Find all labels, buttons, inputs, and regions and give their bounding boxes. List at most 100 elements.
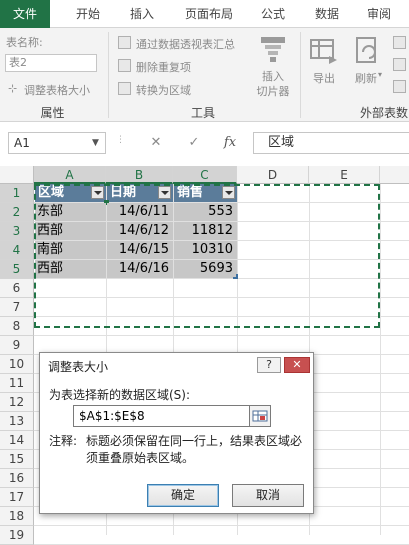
table-cell[interactable]: 西部: [35, 260, 106, 278]
refresh-icon: [356, 37, 376, 63]
cancel-icon[interactable]: ✕: [142, 132, 170, 154]
insert-function-icon[interactable]: fx: [216, 132, 244, 154]
row-header[interactable]: 9: [0, 336, 34, 355]
range-input[interactable]: $A$1:$E$8: [73, 405, 271, 427]
name-box-dropdown-icon[interactable]: ▼: [92, 138, 99, 148]
table-cell[interactable]: 14/6/11: [107, 203, 173, 221]
table-name-input[interactable]: 表2: [5, 54, 97, 72]
group-tools-label: 工具: [190, 106, 215, 120]
row-header[interactable]: 1: [0, 184, 34, 203]
gridline-vertical: [380, 184, 381, 535]
close-icon[interactable]: ✕: [284, 357, 310, 373]
filter-dropdown-icon[interactable]: [158, 186, 171, 199]
row-header[interactable]: 4: [0, 241, 34, 260]
gridline-horizontal: [34, 278, 409, 279]
remove-duplicates-icon: [118, 59, 131, 72]
export-icon: [310, 39, 337, 64]
row-header[interactable]: 16: [0, 469, 34, 488]
row-header[interactable]: 15: [0, 450, 34, 469]
formula-bar: A1 ▼ ⋮ ✕ ✓ fx 区域: [0, 122, 409, 166]
row-header[interactable]: 6: [0, 279, 34, 298]
row-header[interactable]: 10: [0, 355, 34, 374]
resize-table-button[interactable]: 调整表格大小: [24, 82, 90, 98]
row-header[interactable]: 5: [0, 260, 34, 279]
open-in-browser-icon[interactable]: [393, 58, 406, 71]
gridline-horizontal: [34, 525, 409, 526]
collapse-dialog-button[interactable]: [249, 405, 271, 427]
formula-bar-grip-icon: ⋮: [116, 135, 125, 145]
table-name-label: 表名称:: [6, 36, 43, 49]
cancel-button[interactable]: 取消: [232, 484, 304, 507]
tab-formulas[interactable]: 公式: [250, 0, 296, 28]
export-button[interactable]: 导出: [313, 70, 335, 86]
select-all-corner[interactable]: [0, 166, 34, 184]
properties-icon[interactable]: [393, 36, 406, 49]
formula-input[interactable]: 区域: [253, 132, 409, 154]
filter-dropdown-icon[interactable]: [222, 186, 235, 199]
table-cell[interactable]: 14/6/15: [107, 241, 173, 259]
row-header[interactable]: 13: [0, 412, 34, 431]
table-cell[interactable]: 14/6/16: [107, 260, 173, 278]
column-header-d[interactable]: D: [237, 166, 309, 184]
ribbon-tabs: 文件 开始 插入 页面布局 公式 数据 审阅: [0, 0, 409, 28]
table-cell[interactable]: 11812: [174, 222, 237, 240]
gridline-horizontal: [34, 297, 409, 298]
tab-review[interactable]: 审阅: [357, 0, 401, 28]
enter-icon[interactable]: ✓: [180, 132, 208, 154]
refresh-button[interactable]: 刷新: [355, 70, 377, 86]
row-header[interactable]: 8: [0, 317, 34, 336]
row-header[interactable]: 3: [0, 222, 34, 241]
row-header[interactable]: 7: [0, 298, 34, 317]
pivot-summary-icon: [118, 36, 131, 49]
column-header-b[interactable]: B: [106, 166, 173, 184]
row-header[interactable]: 14: [0, 431, 34, 450]
row-header[interactable]: 2: [0, 203, 34, 222]
table-header-cell[interactable]: 销售: [174, 184, 237, 202]
insert-slicer-label-2[interactable]: 切片器: [253, 83, 293, 99]
tab-data[interactable]: 数据: [302, 0, 352, 28]
table-cell[interactable]: 10310: [174, 241, 237, 259]
column-header-c[interactable]: C: [173, 166, 237, 184]
resize-table-dialog: 调整表大小 ? ✕ 为表选择新的数据区域(S): $A$1:$E$8 注释: 标…: [39, 352, 314, 514]
table-header-cell[interactable]: 日期: [107, 184, 173, 202]
row-header[interactable]: 17: [0, 488, 34, 507]
convert-range-icon: [118, 82, 131, 95]
row-header[interactable]: 18: [0, 507, 34, 526]
table-header-label: 区域: [38, 185, 65, 200]
resize-table-icon: ⊹: [8, 82, 18, 95]
table-resize-handle[interactable]: [233, 274, 238, 279]
table-header-label: 日期: [110, 185, 137, 200]
tab-home[interactable]: 开始: [60, 0, 116, 28]
range-selector-icon: [252, 410, 268, 422]
remove-duplicates-button[interactable]: 删除重复项: [136, 59, 191, 75]
unlink-icon[interactable]: [393, 80, 406, 93]
column-header-e[interactable]: E: [309, 166, 380, 184]
row-header[interactable]: 19: [0, 526, 34, 545]
convert-to-range-button[interactable]: 转换为区域: [136, 82, 191, 98]
table-cell[interactable]: 南部: [35, 241, 106, 259]
row-header[interactable]: 11: [0, 374, 34, 393]
help-icon[interactable]: ?: [257, 357, 281, 373]
summarize-pivot-button[interactable]: 通过数据透视表汇总: [136, 36, 235, 52]
row-header[interactable]: 12: [0, 393, 34, 412]
slicer-icon: [261, 37, 285, 62]
dialog-title: 调整表大小: [48, 360, 109, 374]
tab-page-layout[interactable]: 页面布局: [172, 0, 246, 28]
filter-dropdown-icon[interactable]: [91, 186, 104, 199]
table-cell[interactable]: 553: [174, 203, 237, 221]
column-header-a[interactable]: A: [34, 166, 106, 184]
table-header-cell[interactable]: 区域: [35, 184, 106, 202]
gridline-horizontal: [34, 335, 409, 336]
gridline-horizontal: [34, 316, 409, 317]
ok-button[interactable]: 确定: [147, 484, 219, 507]
group-properties-label: 属性: [40, 106, 65, 120]
insert-slicer-label-1[interactable]: 插入: [257, 68, 289, 84]
table-cell[interactable]: 东部: [35, 203, 106, 221]
table-cell[interactable]: 5693: [174, 260, 237, 278]
chevron-down-icon[interactable]: ▾: [378, 70, 382, 79]
table-cell[interactable]: 西部: [35, 222, 106, 240]
tab-insert[interactable]: 插入: [118, 0, 166, 28]
tab-file[interactable]: 文件: [0, 0, 50, 28]
column-header-f[interactable]: [380, 166, 409, 184]
table-cell[interactable]: 14/6/12: [107, 222, 173, 240]
